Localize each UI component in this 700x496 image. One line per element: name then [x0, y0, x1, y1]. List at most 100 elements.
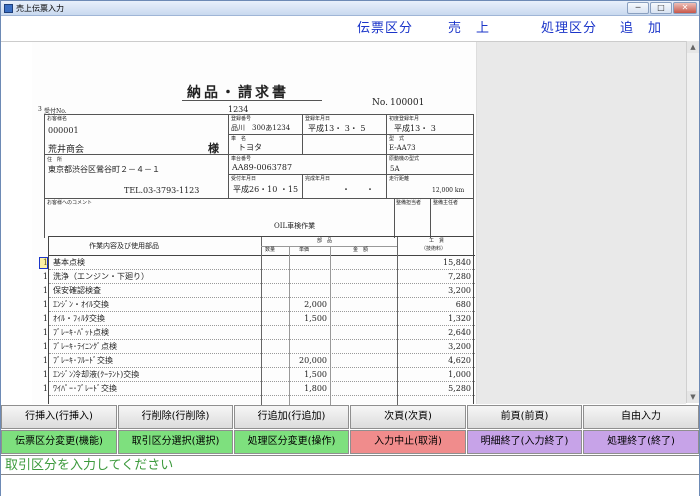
work-title: OIL車検作業	[274, 222, 316, 230]
row-labor: 1,320	[448, 314, 471, 323]
empty-area	[477, 42, 686, 404]
table-row[interactable]: 1 ﾌﾞﾚｰｷ･ﾌﾙｰﾄﾞ交換 20,000 4,620	[43, 354, 475, 368]
app-icon	[4, 4, 13, 13]
col-labor-sub-header: （技術料）	[421, 246, 447, 252]
table-row[interactable]: 1 保安確認検査 3,200	[43, 284, 475, 298]
col-qty-header: 数量	[265, 247, 276, 253]
input-cursor	[39, 257, 48, 269]
row-quantity: 1	[42, 370, 48, 379]
row-quantity: 1	[42, 272, 48, 281]
record-no-value: 1234	[228, 105, 249, 114]
customer-code: 000001	[48, 126, 79, 135]
row-unit-price: 1,500	[304, 314, 327, 323]
insert-row-button[interactable]: 行挿入(行挿入)	[1, 405, 117, 429]
header-bar: 伝票区分 売 上 処理区分 追 加	[1, 16, 699, 41]
delivery-date: ・ ・	[342, 185, 374, 194]
col-amount-header: 金 額	[353, 247, 369, 253]
next-page-button[interactable]: 次頁(次頁)	[350, 405, 466, 429]
select-trade-type-button[interactable]: 取引区分選択(選択)	[118, 430, 233, 454]
first-reg-label: 登録年月日	[305, 116, 331, 122]
row-unit-price	[291, 256, 327, 270]
table-row[interactable]: 1 洗浄（エンジン・下廻り） 7,280	[43, 270, 475, 284]
table-row[interactable]: 1 ﾌﾞﾚｰｷ･ﾗｲﾆﾝｸﾞ点検 3,200	[43, 340, 475, 354]
minimize-button[interactable]: ─	[627, 2, 649, 14]
vertical-scrollbar[interactable]: ▲ ▼	[686, 41, 699, 403]
row-description: ﾜｲﾊﾟｰ･ﾌﾞﾚｰﾄﾞ交換	[53, 384, 117, 393]
accept-date: 平成26・10 ・15	[233, 185, 299, 194]
table-row[interactable]: 1 ﾌﾞﾚｰｷ･ﾊﾟｯﾄ点検 2,640	[43, 326, 475, 340]
end-details-button[interactable]: 明細終了(入力終了)	[467, 430, 582, 454]
table-row[interactable]: 1 ｵｲﾙ・ﾌｨﾙﾀ交換 1,500 1,320	[43, 312, 475, 326]
chief-mechanic-label: 整備主任者	[433, 200, 459, 206]
customer-code-label: お客様名	[47, 116, 68, 122]
row-labor: 3,200	[448, 342, 471, 351]
row-labor: 1,000	[448, 370, 471, 379]
row-unit-price	[291, 284, 327, 298]
table-row[interactable]: 1 ｴﾝｼﾞﾝ冷却液(ｸｰﾗﾝﾄ)交換 1,500 1,000	[43, 368, 475, 382]
cancel-input-button[interactable]: 入力中止(取消)	[350, 430, 466, 454]
process-type-value[interactable]: 追 加	[620, 20, 662, 37]
row-labor: 4,620	[448, 356, 471, 365]
add-row-button[interactable]: 行追加(行追加)	[234, 405, 349, 429]
prefix-num: 3	[38, 106, 42, 113]
prev-page-button[interactable]: 前頁(前頁)	[467, 405, 582, 429]
slip-type-value[interactable]: 売 上	[448, 20, 490, 37]
row-unit-price	[291, 340, 327, 354]
scroll-down-icon[interactable]: ▼	[687, 391, 699, 403]
col-parts-header: 部 品	[317, 238, 333, 244]
row-unit-price: 20,000	[299, 356, 327, 365]
row-unit-price: 2,000	[304, 300, 327, 309]
col-unit-header: 単価	[299, 247, 310, 253]
car-name-label: 車 名	[231, 136, 247, 142]
delete-row-button[interactable]: 行削除(行削除)	[118, 405, 233, 429]
table-row[interactable]: 1 ｴﾝｼﾞﾝ・ｵｲﾙ交換 2,000 680	[43, 298, 475, 312]
address-label: 住 所	[47, 157, 63, 163]
function-key-bar: 行挿入(行挿入) 行削除(行削除) 行追加(行追加) 次頁(次頁) 前頁(前頁) 自由入力…	[1, 405, 699, 455]
row-quantity: 1	[42, 300, 48, 309]
chassis: AA89-0063787	[232, 163, 293, 172]
address: 東京都渋谷区鶯谷町２－４－１	[48, 165, 160, 174]
row-description: ｴﾝｼﾞﾝ冷却液(ｸｰﾗﾝﾄ)交換	[53, 370, 140, 379]
mileage: 12,000 km	[432, 187, 465, 194]
scroll-up-icon[interactable]: ▲	[687, 41, 699, 53]
reg-no-label: 登録番号	[231, 116, 252, 122]
doc-no-label: No.	[372, 98, 388, 108]
row-description: ﾌﾞﾚｰｷ･ﾗｲﾆﾝｸﾞ点検	[53, 342, 117, 351]
end-process-button[interactable]: 処理終了(終了)	[583, 430, 699, 454]
row-labor: 7,280	[448, 272, 471, 281]
row-labor: 15,840	[443, 258, 471, 267]
document-view: 納品・請求書 No. 100001 3 受付No. 1234 お客様名 0000…	[1, 41, 686, 405]
customer-name: 荒井商会	[48, 145, 85, 155]
maintenance-staff-label: 整備担当者	[396, 200, 422, 206]
model: E-AA73	[389, 144, 416, 152]
row-labor: 5,280	[448, 384, 471, 393]
row-quantity: 1	[42, 314, 48, 323]
window-title: 売上伝票入力	[16, 4, 64, 13]
close-button[interactable]: ✕	[673, 2, 697, 14]
row-labor: 680	[455, 300, 471, 309]
row-description: 洗浄（エンジン・下廻り）	[53, 272, 149, 281]
honorific: 様	[208, 142, 219, 155]
row-quantity: 1	[42, 342, 48, 351]
first-year: 平成13・ 3	[394, 124, 436, 133]
first-reg: 平成13・ 3・ 5	[308, 124, 366, 133]
row-description: ﾌﾞﾚｰｷ･ﾌﾙｰﾄﾞ交換	[53, 356, 113, 365]
first-year-label: 初度登録年月	[389, 116, 420, 122]
row-description: ｵｲﾙ・ﾌｨﾙﾀ交換	[53, 314, 105, 323]
col-desc-header: 作業内容及び使用部品	[89, 242, 159, 250]
table-row[interactable]: 1 基本点検 15,840	[43, 256, 475, 270]
items-table: 作業内容及び使用部品 部 品 数量 単価 金 額 工 賃 （技術料） 1 基本点検…	[39, 236, 475, 405]
chassis-label: 車台番号	[231, 156, 252, 162]
row-unit-price: 1,500	[304, 370, 327, 379]
change-process-type-button[interactable]: 処理区分変更(操作)	[234, 430, 349, 454]
doc-no-value: 100001	[390, 98, 425, 108]
invoice-paper: 納品・請求書 No. 100001 3 受付No. 1234 お客様名 0000…	[32, 42, 477, 405]
free-input-button[interactable]: 自由入力	[583, 405, 699, 429]
change-slip-type-button[interactable]: 伝票区分変更(機能)	[1, 430, 117, 454]
table-row[interactable]: 1 ﾜｲﾊﾟｰ･ﾌﾞﾚｰﾄﾞ交換 1,800 5,280	[43, 382, 475, 396]
accept-label: 受付年月日	[231, 176, 257, 182]
tel: TEL.03-3793-1123	[124, 186, 200, 195]
engine: 5A	[390, 165, 400, 173]
row-description: 保安確認検査	[53, 286, 101, 295]
maximize-button[interactable]: □	[650, 2, 672, 14]
